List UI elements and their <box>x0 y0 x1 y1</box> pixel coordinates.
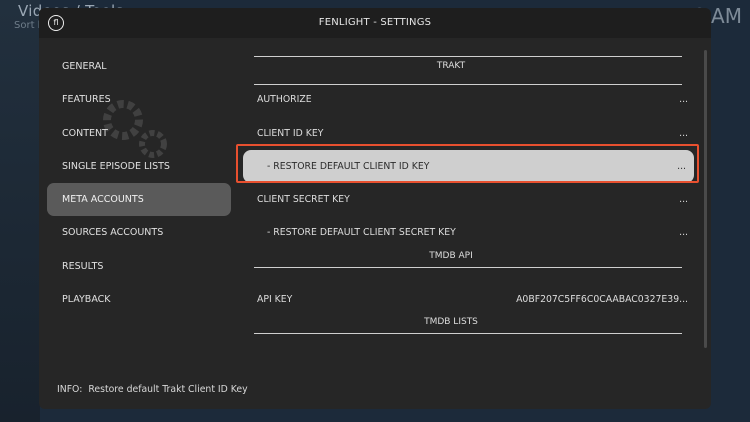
setting-api-key[interactable]: API KEY A0BF207C5FF6C0CAABAC0327E39... <box>237 283 702 316</box>
background-panel <box>0 0 40 422</box>
settings-list: TRAKT AUTHORIZE ... CLIENT ID KEY ... - … <box>237 50 702 350</box>
menu-item-sources-accounts[interactable]: SOURCES ACCOUNTS <box>47 216 231 249</box>
menu-item-features[interactable]: FEATURES <box>47 83 231 116</box>
settings-dialog: fl FENLIGHT - SETTINGS GENERAL FEATURES … <box>39 8 711 409</box>
divider <box>254 266 682 268</box>
menu-item-single-episode-lists[interactable]: SINGLE EPISODE LISTS <box>47 150 231 183</box>
setting-value: A0BF207C5FF6C0CAABAC0327E39... <box>516 294 688 306</box>
dialog-header: fl FENLIGHT - SETTINGS <box>39 8 711 38</box>
setting-label: CLIENT ID KEY <box>257 127 324 139</box>
setting-label: API KEY <box>257 294 293 306</box>
setting-value: ... <box>679 227 688 239</box>
section-title: TRAKT <box>436 61 466 71</box>
section-title: TMDB LISTS <box>424 317 478 328</box>
setting-client-secret-key[interactable]: CLIENT SECRET KEY ... <box>237 183 702 216</box>
highlight-outline <box>236 144 699 183</box>
setting-value: ... <box>679 94 688 106</box>
dialog-title: FENLIGHT - SETTINGS <box>318 17 432 28</box>
info-key: INFO: <box>57 384 83 395</box>
section-header-tmdb-api: TMDB API <box>237 250 702 283</box>
divider <box>254 56 682 57</box>
section-header-tmdb-lists: TMDB LISTS <box>237 316 702 349</box>
menu-item-meta-accounts[interactable]: META ACCOUNTS <box>47 183 231 217</box>
divider <box>254 333 682 335</box>
setting-authorize[interactable]: AUTHORIZE ... <box>237 83 702 116</box>
menu-item-content[interactable]: CONTENT <box>47 117 231 150</box>
settings-category-menu: GENERAL FEATURES CONTENT SINGLE EPISODE … <box>47 50 231 316</box>
info-bar: INFO: Restore default Trakt Client ID Key <box>57 384 248 395</box>
setting-label: AUTHORIZE <box>257 94 312 106</box>
setting-label: CLIENT SECRET KEY <box>257 194 350 206</box>
menu-item-general[interactable]: GENERAL <box>47 50 231 83</box>
setting-label: - RESTORE DEFAULT CLIENT SECRET KEY <box>267 227 456 239</box>
setting-value: ... <box>679 194 688 206</box>
section-header-trakt: TRAKT <box>237 50 702 85</box>
menu-item-results[interactable]: RESULTS <box>47 250 231 283</box>
info-text: Restore default Trakt Client ID Key <box>88 384 248 395</box>
setting-restore-default-client-secret-key[interactable]: - RESTORE DEFAULT CLIENT SECRET KEY ... <box>237 216 702 249</box>
settings-scrollbar[interactable] <box>704 50 707 348</box>
setting-value: ... <box>679 127 688 139</box>
section-title: TMDB API <box>429 250 473 261</box>
menu-item-playback[interactable]: PLAYBACK <box>47 283 231 316</box>
